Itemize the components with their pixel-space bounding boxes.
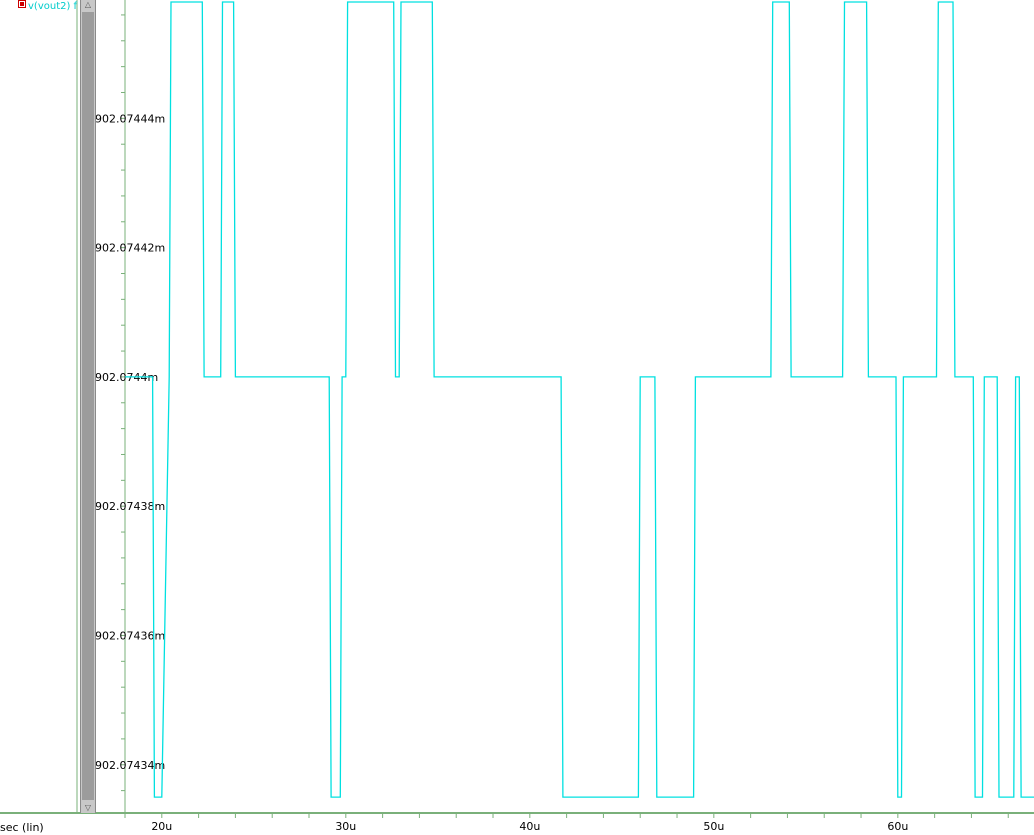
y-tick-label: 902.07442m bbox=[95, 242, 165, 255]
x-tick-label: 50u bbox=[703, 820, 724, 833]
y-tick-labels: 902.07434m902.07436m902.07438m902.0744m9… bbox=[95, 112, 165, 771]
x-tick-label: 20u bbox=[151, 820, 172, 833]
x-tick-label: 60u bbox=[887, 820, 908, 833]
x-axis-label: sec (lin) bbox=[0, 821, 44, 834]
legend[interactable]: v(vout2) f bbox=[18, 0, 77, 12]
x-tick-label: 30u bbox=[335, 820, 356, 833]
waveform-plot[interactable]: 902.07434m902.07436m902.07438m902.0744m9… bbox=[0, 0, 1034, 835]
legend-marker-icon[interactable] bbox=[18, 0, 26, 8]
x-tick-label: 40u bbox=[519, 820, 540, 833]
scroll-down-arrow-icon[interactable]: ▽ bbox=[82, 803, 94, 813]
scroll-up-arrow-icon[interactable]: △ bbox=[82, 0, 94, 10]
series-line-vout2 bbox=[125, 1, 1034, 798]
tick-marks bbox=[121, 14, 1009, 818]
y-tick-label: 902.07436m bbox=[95, 629, 165, 642]
x-tick-labels: 20u 30u 40u 50u 60u bbox=[151, 820, 908, 833]
vertical-scrollbar[interactable]: △ ▽ bbox=[80, 0, 96, 813]
y-tick-label: 902.07444m bbox=[95, 112, 165, 125]
scroll-thumb[interactable] bbox=[82, 12, 94, 800]
y-tick-label: 902.07438m bbox=[95, 500, 165, 513]
legend-label: v(vout2) f bbox=[28, 1, 78, 12]
series-group bbox=[125, 1, 1034, 798]
